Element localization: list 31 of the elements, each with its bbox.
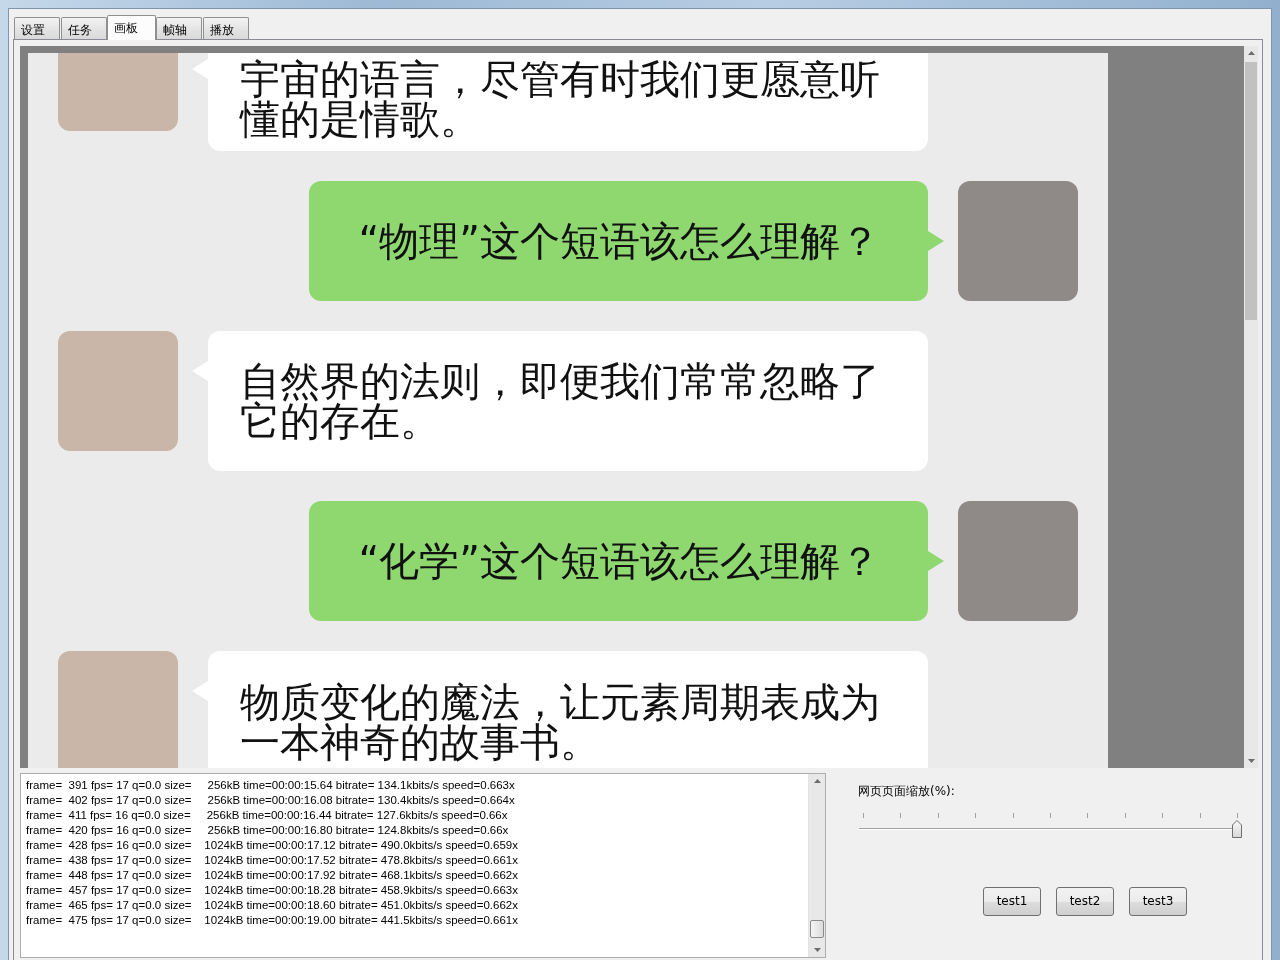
log-line: frame= 428 fps= 16 q=0.0 size= 1024kB time=00:00:17.12 bitrate= 490.0kbits/s speed=0.659x (26, 838, 519, 853)
scrollbar[interactable] (1244, 46, 1258, 768)
test-button[interactable]: test1 (983, 887, 1041, 916)
log-line: frame= 448 fps= 17 q=0.0 size= 1024kB time=00:00:17.92 bitrate= 468.1kbits/s speed=0.662x (26, 868, 519, 883)
message-text: “化学”这个短语该怎么理解？ (358, 541, 880, 581)
zoom-label: 网页页面缩放(%): (858, 784, 955, 798)
message-text: 物质变化的魔法，让元素周期表成为一本神奇的故事书。 (240, 682, 881, 762)
scrollbar-thumb[interactable] (810, 920, 824, 938)
log-line: frame= 420 fps= 16 q=0.0 size= 256kB time=00:00:16.80 bitrate= 124.8kbits/s speed=0.66x (26, 823, 510, 838)
log-line: frame= 391 fps= 17 q=0.0 size= 256kB time=00:00:15.64 bitrate= 134.1kbits/s speed=0.663x (26, 778, 516, 793)
log-line: frame= 475 fps= 17 q=0.0 size= 1024kB time=00:00:19.00 bitrate= 441.5kbits/s speed=0.661x (26, 913, 519, 928)
message-text: 宇宙的语言，尽管有时我们更愿意听懂的是情歌。 (240, 59, 881, 139)
log-line: frame= 457 fps= 17 q=0.0 size= 1024kB time=00:00:18.28 bitrate= 458.9kbits/s speed=0.663x (26, 883, 519, 898)
tab[interactable]: 帧轴 (156, 17, 202, 39)
zoom-slider[interactable] (858, 812, 1242, 839)
tab[interactable]: 播放 (203, 17, 249, 39)
log-line: frame= 411 fps= 16 q=0.0 size= 256kB time=00:00:16.44 bitrate= 127.6kbits/s speed=0.66x (26, 808, 509, 823)
message-text: “物理”这个短语该怎么理解？ (358, 221, 880, 261)
log-line: frame= 438 fps= 17 q=0.0 size= 1024kB time=00:00:17.52 bitrate= 478.8kbits/s speed=0.661x (26, 853, 519, 868)
test-button[interactable]: test3 (1129, 887, 1187, 916)
tab[interactable]: 任务 (61, 17, 107, 39)
tab[interactable]: 画板 (107, 15, 156, 40)
scrollbar-thumb[interactable] (1245, 62, 1257, 320)
log-line: frame= 465 fps= 17 q=0.0 size= 1024kB time=00:00:18.60 bitrate= 451.0kbits/s speed=0.662x (26, 898, 519, 913)
scrollbar[interactable] (808, 774, 825, 957)
test-button[interactable]: test2 (1056, 887, 1114, 916)
log-line: frame= 402 fps= 17 q=0.0 size= 256kB time=00:00:16.08 bitrate= 130.4kbits/s speed=0.664x (26, 793, 516, 808)
slider-thumb[interactable] (1232, 820, 1242, 838)
tab[interactable]: 设置 (14, 17, 60, 39)
log-text-area[interactable] (20, 773, 826, 958)
message-text: 自然界的法则，即便我们常常忽略了它的存在。 (240, 361, 881, 441)
